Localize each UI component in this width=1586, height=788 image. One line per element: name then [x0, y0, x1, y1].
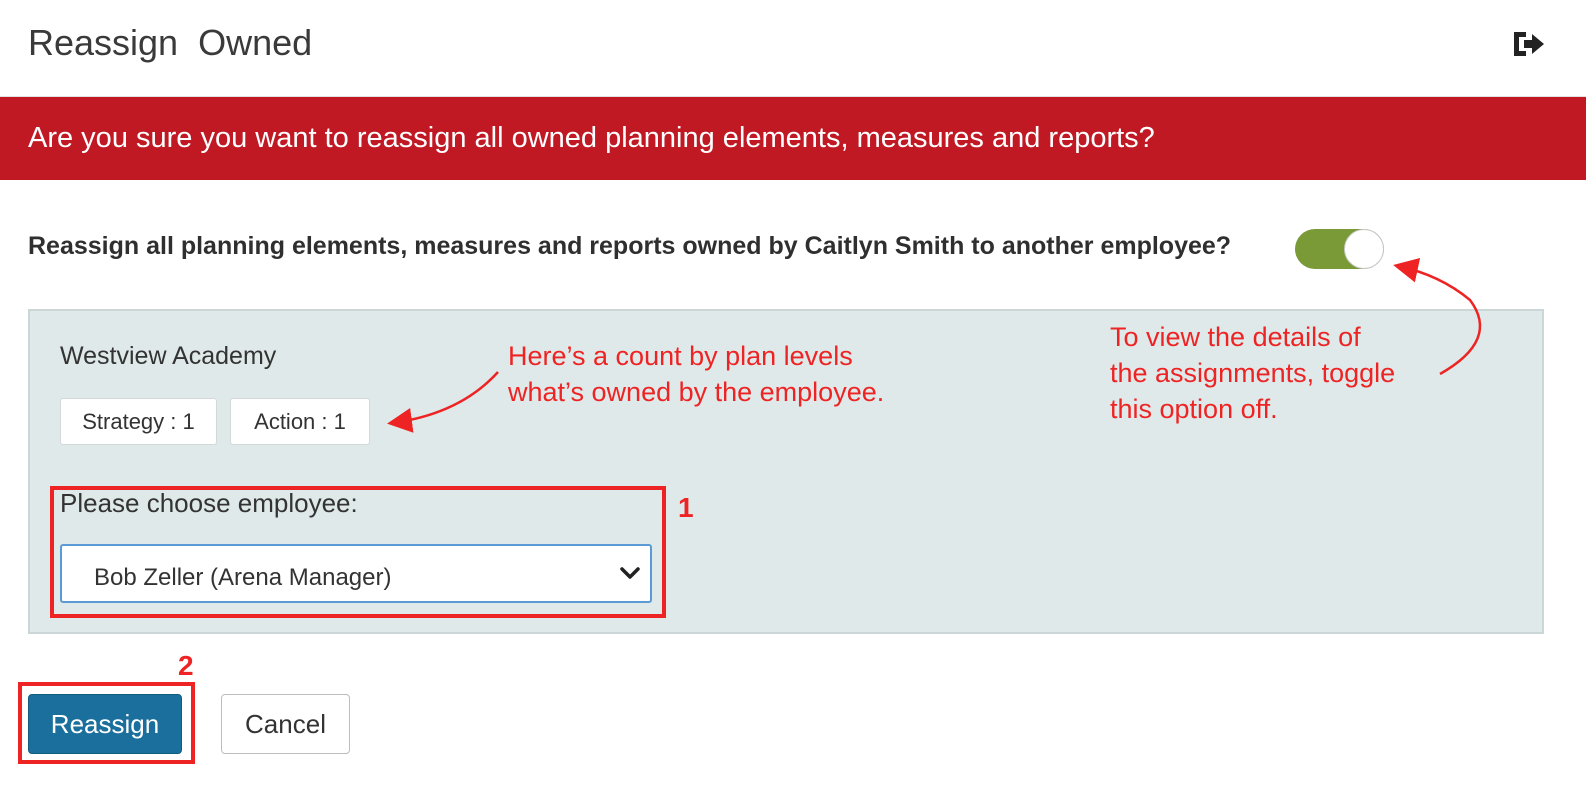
action-count-chip[interactable]: Action : 1	[230, 398, 370, 445]
sign-out-icon[interactable]	[1510, 28, 1546, 60]
step2-highlight-box	[18, 682, 195, 764]
reassign-question: Reassign all planning elements, measures…	[28, 232, 1232, 260]
step2-number: 2	[178, 650, 194, 681]
toggle-knob	[1344, 229, 1384, 269]
count-annotation-line1: Here’s a count by plan levels	[508, 341, 853, 371]
count-annotation-line2: what’s owned by the employee.	[508, 377, 885, 407]
toggle-annotation-line2: the assignments, toggle	[1110, 358, 1396, 388]
dialog-title: Reassign Owned	[28, 22, 313, 63]
strategy-count-chip[interactable]: Strategy : 1	[60, 398, 217, 445]
cancel-button[interactable]: Cancel	[221, 694, 350, 754]
reassign-toggle[interactable]	[1295, 229, 1384, 269]
count-annotation: Here’s a count by plan levels what’s own…	[508, 338, 884, 410]
toggle-annotation: To view the details of the assignments, …	[1110, 319, 1395, 427]
step1-highlight-box	[50, 486, 666, 618]
confirmation-banner: Are you sure you want to reassign all ow…	[0, 97, 1586, 180]
toggle-annotation-line1: To view the details of	[1110, 322, 1361, 352]
step1-number: 1	[678, 492, 694, 523]
toggle-annotation-line3: this option off.	[1110, 394, 1278, 424]
organization-name: Westview Academy	[60, 342, 277, 370]
